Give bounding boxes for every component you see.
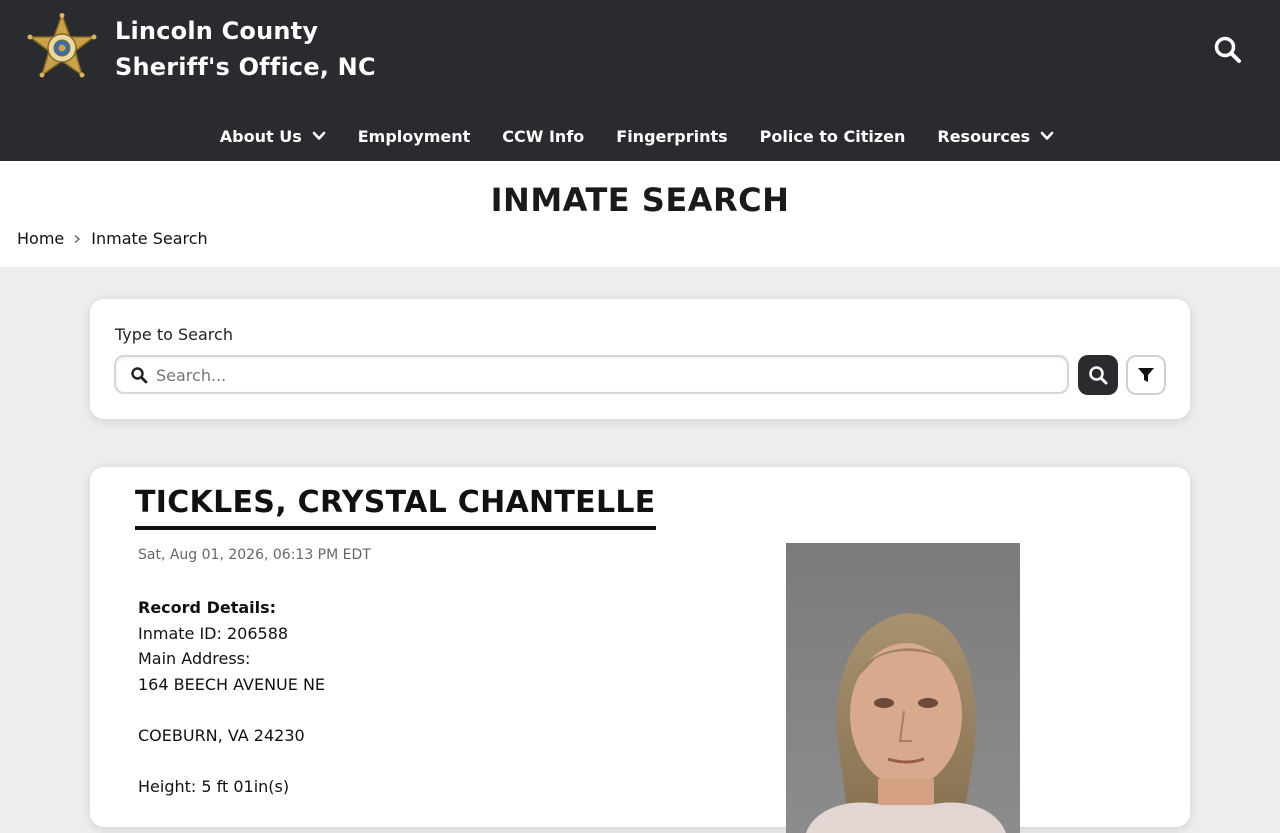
site-brand-link[interactable]: Lincoln County Sheriff's Office, NC xyxy=(26,13,376,85)
search-box xyxy=(114,355,1069,394)
nav-item-label: Employment xyxy=(357,126,471,146)
search-icon xyxy=(131,367,148,384)
nav-item-resources[interactable]: Resources xyxy=(937,127,1054,146)
nav-item-employment[interactable]: Employment xyxy=(358,127,471,146)
chevron-down-icon xyxy=(312,131,326,140)
search-card: Type to Search xyxy=(90,299,1190,419)
nav-item-ccw-info[interactable]: CCW Info xyxy=(502,127,584,146)
inmate-mugshot-photo xyxy=(786,543,1020,833)
nav-item-label: Resources xyxy=(937,126,1031,146)
chevron-down-icon xyxy=(1040,131,1054,140)
page-title: INMATE SEARCH xyxy=(490,181,790,219)
nav-item-label: CCW Info xyxy=(502,126,585,146)
breadcrumb-inmate-search[interactable]: Inmate Search xyxy=(91,229,207,248)
inmate-height: Height: 5 ft 01in(s) xyxy=(138,777,290,797)
inmate-name: TICKLES, CRYSTAL CHANTELLE xyxy=(135,485,656,530)
nav-item-fingerprints[interactable]: Fingerprints xyxy=(616,127,727,146)
nav-item-label: About Us xyxy=(219,126,302,146)
nav-item-about-us[interactable]: About Us xyxy=(220,127,326,146)
filter-icon xyxy=(1138,368,1154,382)
address-line2: COEBURN, VA 24230 xyxy=(138,725,305,745)
site-name-line1: Lincoln County xyxy=(115,17,319,45)
nav-item-label: Fingerprints xyxy=(616,126,728,146)
search-button[interactable] xyxy=(1078,355,1118,395)
site-header: Lincoln County Sheriff's Office, NC Abou… xyxy=(0,0,1280,161)
breadcrumb: Home Inmate Search xyxy=(17,229,208,248)
search-input[interactable] xyxy=(156,361,1056,389)
search-label: Type to Search xyxy=(115,325,233,344)
inmate-record-card: TICKLES, CRYSTAL CHANTELLE Sat, Aug 01, … xyxy=(90,467,1190,833)
address-line1: 164 BEECH AVENUE NE xyxy=(138,674,326,694)
record-timestamp: Sat, Aug 01, 2026, 06:13 PM EDT xyxy=(138,547,371,563)
site-name-line2: Sheriff's Office, NC xyxy=(115,53,376,81)
search-icon xyxy=(1089,366,1108,385)
main-nav: About Us Employment CCW Info Fingerprint… xyxy=(0,118,1280,154)
breadcrumb-home[interactable]: Home xyxy=(17,229,64,248)
search-icon[interactable] xyxy=(1213,35,1243,65)
nav-item-police-to-citizen[interactable]: Police to Citizen xyxy=(760,127,906,146)
main-address-label: Main Address: xyxy=(138,649,251,669)
sheriff-star-badge-icon xyxy=(27,13,97,78)
record-details: Record Details: Inmate ID: 206588 Main A… xyxy=(138,595,325,800)
page-title-band: INMATE SEARCH Home Inmate Search xyxy=(0,161,1280,267)
nav-item-label: Police to Citizen xyxy=(759,126,906,146)
filter-button[interactable] xyxy=(1126,355,1166,395)
record-details-label: Record Details: xyxy=(138,598,277,617)
chevron-right-icon xyxy=(74,234,81,243)
inmate-id: Inmate ID: 206588 xyxy=(138,623,289,643)
